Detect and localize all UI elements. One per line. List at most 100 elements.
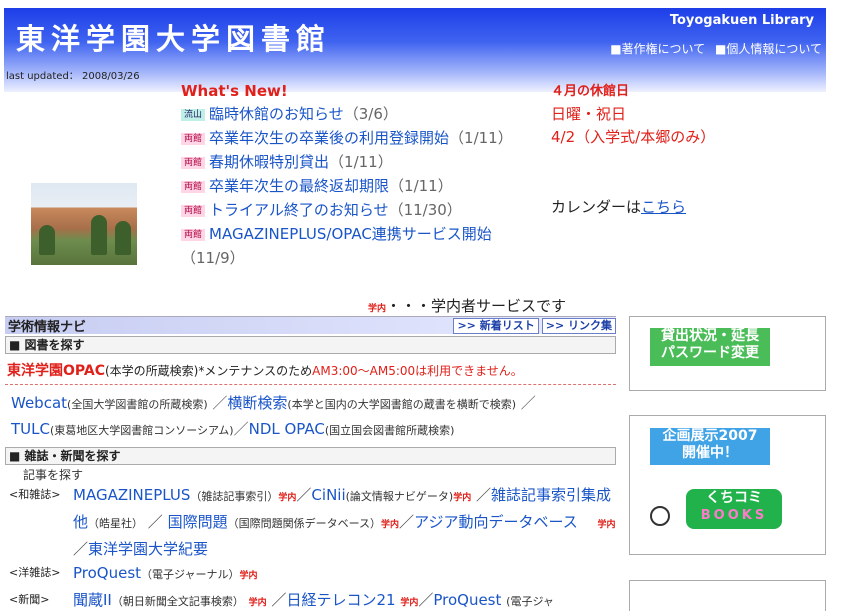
copyright-link[interactable]: ■著作権について xyxy=(610,42,705,56)
webcat-link[interactable]: Webcat xyxy=(11,394,67,412)
kuchikomi-books-banner[interactable]: くちコミ BOOKS xyxy=(686,489,782,529)
proquest-link[interactable]: ProQuest xyxy=(73,564,141,582)
campus-tag: 流山 xyxy=(181,109,206,121)
yokodan-link[interactable]: 横断検索 xyxy=(227,394,287,412)
news-date: （1/11） xyxy=(329,153,393,171)
campus-tag: 両館 xyxy=(181,157,206,169)
whats-new: What's New! 流山 臨時休館のお知らせ（3/6） 両館 卒業年次生の卒業後… xyxy=(181,82,541,270)
exhibit-line: 企画展示2007 xyxy=(662,428,758,444)
news-item: 両館 MAGAZINEPLUS/OPAC連携サービス開始 xyxy=(181,222,541,246)
news-link[interactable]: 臨時休館のお知らせ xyxy=(209,105,344,123)
calendar-prefix: カレンダーは xyxy=(551,198,642,216)
gakunai-badge: 学内 xyxy=(248,598,267,608)
news-link[interactable]: 春期休暇特別貸出 xyxy=(209,153,329,171)
gakunai-badge: 学内 xyxy=(239,571,258,581)
asia-link[interactable]: アジア動向データベース xyxy=(414,513,578,531)
category-label: <洋雑誌> xyxy=(9,566,61,579)
news-link[interactable]: MAGAZINEPLUS/OPAC連携サービス開始 xyxy=(209,225,492,243)
news-item: 両館 春期休暇特別貸出（1/11） xyxy=(181,150,541,174)
news-link[interactable]: トライアル終了のお知らせ xyxy=(209,201,389,219)
site-title[interactable]: 東洋学園大学図書館 xyxy=(16,16,331,58)
category-label: <和雑誌> xyxy=(9,488,61,501)
section-books: ■ 図書を探す xyxy=(5,336,616,354)
section-journals: ■ 雑誌・新聞を探す xyxy=(5,447,616,465)
news-link[interactable]: 卒業年次生の最終返却期限 xyxy=(209,177,389,195)
yo-zasshi-row: <洋雑誌> ProQuest（電子ジャーナル）学内 xyxy=(5,561,616,588)
news-date: （11/30） xyxy=(388,201,462,219)
tree-shape xyxy=(91,215,107,255)
webcat-desc: (全国大学図書館の所蔵検索) xyxy=(67,398,208,411)
proquest-news-link[interactable]: ProQuest xyxy=(433,591,501,609)
news-item: 流山 臨時休館のお知らせ（3/6） xyxy=(181,102,541,126)
bird-icon xyxy=(650,506,670,526)
gakunai-text: ・・・学内者サービスです xyxy=(386,297,567,315)
proquest-desc: （電子ジャーナル） xyxy=(141,568,240,581)
closed-days: ４月の休館日 日曜・祝日 4/2（入学式/本郷のみ） xyxy=(551,80,715,149)
news-link[interactable]: 卒業年次生の卒業後の利用登録開始 xyxy=(209,129,449,147)
news-item: 両館 卒業年次生の卒業後の利用登録開始（1/11） xyxy=(181,126,541,150)
books-line: BOOKS xyxy=(700,508,768,523)
last-updated: last updated： 2008/03/26 xyxy=(6,71,140,82)
news-item: 両館 トライアル終了のお知らせ（11/30） xyxy=(181,198,541,222)
side-box xyxy=(629,580,826,611)
kiyo-link[interactable]: 東洋学園大学紀要 xyxy=(88,540,208,558)
wa-zasshi-row: <和雑誌> MAGAZINEPLUS（雑誌記事索引）学内／CiNii(論文情報ナ… xyxy=(5,483,616,561)
tulc-desc: (東葛地区大学図書館コンソーシアム) xyxy=(49,424,234,437)
kokusai-link[interactable]: 国際問題 xyxy=(168,513,228,531)
ndl-link[interactable]: NDL OPAC xyxy=(249,420,325,438)
kuchikomi-line: くちコミ xyxy=(706,490,762,506)
news-date: （3/6） xyxy=(343,105,398,123)
exhibit-line: 開催中！ xyxy=(682,445,738,461)
news-date: （1/11） xyxy=(389,177,453,195)
news-item: 両館 卒業年次生の最終返却期限（1/11） xyxy=(181,174,541,198)
gakunai-badge: 学内 xyxy=(453,493,472,503)
campus-tag: 両館 xyxy=(181,133,206,145)
gakunai-badge: 学内 xyxy=(597,520,616,530)
new-list-button[interactable]: >> 新着リスト xyxy=(453,317,539,334)
opac-warning: AM3:00〜AM5:00は利用できません。 xyxy=(312,364,523,378)
opac-link[interactable]: 東洋学園OPAC xyxy=(7,363,105,379)
news-item-date-row: （11/9） xyxy=(181,246,541,270)
kiji-label: 記事を探す xyxy=(23,468,84,482)
proquest-news-desc: (電子ジャ xyxy=(506,595,554,608)
loan-status-banner[interactable]: 貸出状況・延長 パスワード変更 xyxy=(650,328,770,366)
tulc-link[interactable]: TULC xyxy=(11,420,50,438)
library-building-photo xyxy=(31,183,137,265)
ndl-desc: (国立国会図書館所蔵検索) xyxy=(324,424,455,437)
calendar-link[interactable]: こちら xyxy=(641,198,686,216)
whats-new-heading: What's New! xyxy=(181,82,288,100)
gakunai-badge: 学内 xyxy=(400,598,419,608)
exhibit-banner[interactable]: 企画展示2007 開催中！ xyxy=(650,428,770,465)
gakunai-badge: 学内 xyxy=(381,520,400,530)
kikuzo-link[interactable]: 聞蔵II xyxy=(73,591,112,609)
privacy-link[interactable]: ■個人情報について xyxy=(715,42,822,56)
calendar-note: カレンダーはこちら xyxy=(551,196,686,217)
loan-status-line: 貸出状況・延長 xyxy=(661,328,759,344)
header-links: ■著作権について ■個人情報について xyxy=(604,40,822,57)
closed-days-title: ４月の休館日 xyxy=(551,84,630,99)
news-date: （11/9） xyxy=(181,249,245,267)
link-list-button[interactable]: >> リンク集 xyxy=(541,317,616,334)
navi-label: 学術情報ナビ xyxy=(8,320,87,335)
gakunai-note: 学内・・・学内者サービスです xyxy=(368,295,566,316)
opac-row: 東洋学園OPAC(本学の所蔵検索)*メンテナンスのためAM3:00〜AM5:00… xyxy=(5,354,616,385)
magazineplus-link[interactable]: MAGAZINEPLUS xyxy=(73,486,190,504)
kikuzo-desc: （朝日新聞全文記事検索） xyxy=(111,595,244,608)
tree-shape xyxy=(115,221,131,255)
closed-days-line: 日曜・祝日 xyxy=(551,105,627,123)
book-db-links: Webcat(全国大学図書館の所蔵検索) ／横断検索(本学と国内の大学図書館の蔵… xyxy=(11,394,536,438)
campus-tag: 両館 xyxy=(181,205,206,217)
navi-bar: 学術情報ナビ >> 新着リスト >> リンク集 xyxy=(5,316,616,335)
news-date: （1/11） xyxy=(449,129,513,147)
cinii-link[interactable]: CiNii xyxy=(311,486,345,504)
kokusai-desc: （国際問題関係データベース） xyxy=(227,517,382,530)
campus-tag: 両館 xyxy=(181,229,206,241)
opac-desc: (本学の所蔵検索)*メンテナンスのため xyxy=(105,364,313,378)
cinii-desc: (論文情報ナビゲータ) xyxy=(345,490,454,503)
campus-tag: 両館 xyxy=(181,181,206,193)
category-label: <新聞> xyxy=(9,593,50,606)
site-title-english[interactable]: Toyogakuen Library xyxy=(670,13,814,28)
nikkei-link[interactable]: 日経テレコン21 xyxy=(286,591,395,609)
navi-panel: 学術情報ナビ >> 新着リスト >> リンク集 ■ 図書を探す 東洋学園OPAC… xyxy=(5,316,616,611)
shinbun-row: <新聞> 聞蔵II（朝日新聞全文記事検索） 学内 ／日経テレコン21 学内／Pr… xyxy=(5,588,616,611)
